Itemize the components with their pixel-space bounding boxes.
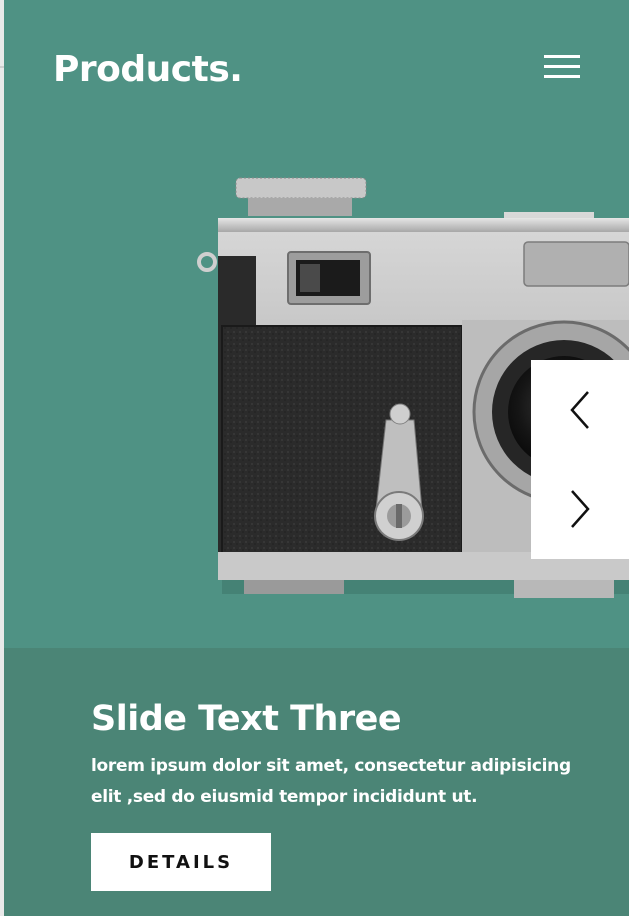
chevron-right-icon: [571, 489, 590, 528]
slide-description-line-2: elit ,sed do eiusmid tempor incididunt u…: [91, 787, 478, 807]
slider-controls: [531, 360, 629, 559]
brand-title[interactable]: Products.: [53, 52, 243, 88]
chevron-left-icon: [570, 390, 589, 429]
slider-prev-button[interactable]: [531, 360, 629, 459]
slide-description: lorem ipsum dolor sit amet, consectetur …: [91, 751, 626, 813]
slider-next-button[interactable]: [531, 459, 629, 558]
hamburger-menu-icon[interactable]: [542, 52, 584, 82]
slide-caption: Slide Text Three lorem ipsum dolor sit a…: [4, 648, 629, 916]
details-button[interactable]: DETAILS: [91, 833, 271, 891]
slide-title: Slide Text Three: [91, 699, 402, 739]
slide-description-line-1: lorem ipsum dolor sit amet, consectetur …: [91, 756, 571, 776]
